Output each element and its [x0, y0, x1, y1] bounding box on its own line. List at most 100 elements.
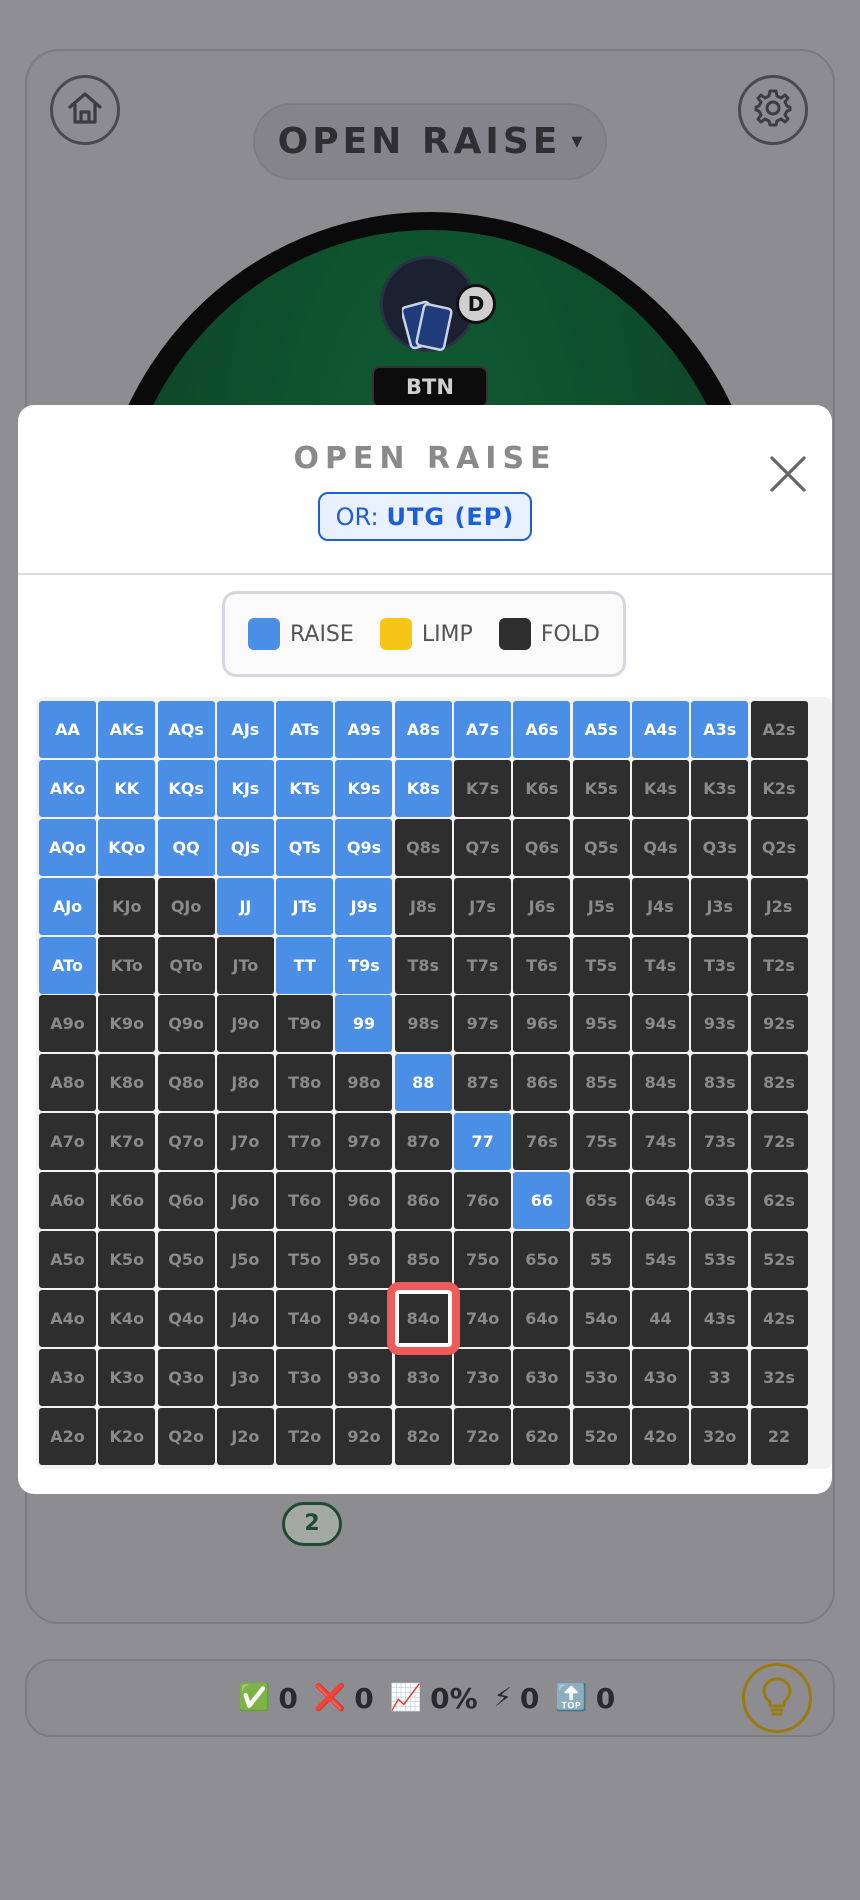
hand-cell-Q6o[interactable]: Q6o: [157, 1172, 215, 1230]
hand-cell-22[interactable]: 22: [750, 1407, 808, 1465]
hand-cell-65o[interactable]: 65o: [513, 1231, 571, 1289]
hand-cell-73o[interactable]: 73o: [454, 1348, 512, 1406]
hand-cell-KTs[interactable]: KTs: [276, 759, 334, 817]
hand-cell-86s[interactable]: 86s: [513, 1054, 571, 1112]
hand-cell-52s[interactable]: 52s: [750, 1231, 808, 1289]
hand-cell-T8o[interactable]: T8o: [276, 1054, 334, 1112]
hand-cell-43s[interactable]: 43s: [691, 1289, 749, 1347]
hand-cell-94s[interactable]: 94s: [631, 995, 689, 1053]
hand-cell-AKo[interactable]: AKo: [39, 759, 96, 817]
hand-cell-43o[interactable]: 43o: [631, 1348, 689, 1406]
hand-cell-85o[interactable]: 85o: [394, 1231, 452, 1289]
hand-cell-Q4o[interactable]: Q4o: [157, 1289, 215, 1347]
hand-cell-42o[interactable]: 42o: [631, 1407, 689, 1465]
hand-cell-Q8o[interactable]: Q8o: [157, 1054, 215, 1112]
hand-cell-75o[interactable]: 75o: [454, 1231, 512, 1289]
hand-cell-J3o[interactable]: J3o: [216, 1348, 274, 1406]
hand-cell-Q5s[interactable]: Q5s: [572, 818, 630, 876]
hand-cell-A7s[interactable]: A7s: [454, 701, 512, 758]
hand-cell-T2s[interactable]: T2s: [750, 936, 808, 994]
hand-cell-44[interactable]: 44: [631, 1289, 689, 1347]
hand-cell-AQo[interactable]: AQo: [39, 818, 96, 876]
hand-cell-97o[interactable]: 97o: [335, 1113, 393, 1171]
hand-cell-T9s[interactable]: T9s: [335, 936, 393, 994]
hand-cell-98s[interactable]: 98s: [394, 995, 452, 1053]
hand-cell-74o[interactable]: 74o: [454, 1289, 512, 1347]
hand-cell-T3s[interactable]: T3s: [691, 936, 749, 994]
hand-cell-Q6s[interactable]: Q6s: [513, 818, 571, 876]
hand-cell-82s[interactable]: 82s: [750, 1054, 808, 1112]
hand-cell-A6o[interactable]: A6o: [39, 1172, 96, 1230]
hand-cell-88[interactable]: 88: [394, 1054, 452, 1112]
hand-cell-86o[interactable]: 86o: [394, 1172, 452, 1230]
hand-cell-A7o[interactable]: A7o: [39, 1113, 96, 1171]
hand-cell-Q5o[interactable]: Q5o: [157, 1231, 215, 1289]
home-button[interactable]: [50, 75, 120, 145]
hand-cell-64o[interactable]: 64o: [513, 1289, 571, 1347]
hand-cell-K7o[interactable]: K7o: [98, 1113, 156, 1171]
hand-cell-T4o[interactable]: T4o: [276, 1289, 334, 1347]
hand-cell-95s[interactable]: 95s: [572, 995, 630, 1053]
hand-cell-83o[interactable]: 83o: [394, 1348, 452, 1406]
hand-cell-JTo[interactable]: JTo: [216, 936, 274, 994]
hand-cell-53o[interactable]: 53o: [572, 1348, 630, 1406]
hand-cell-74s[interactable]: 74s: [631, 1113, 689, 1171]
hand-cell-72o[interactable]: 72o: [454, 1407, 512, 1465]
hand-cell-KK[interactable]: KK: [98, 759, 156, 817]
hand-cell-T5s[interactable]: T5s: [572, 936, 630, 994]
hand-cell-A6s[interactable]: A6s: [513, 701, 571, 758]
hand-cell-KTo[interactable]: KTo: [98, 936, 156, 994]
hand-cell-A2s[interactable]: A2s: [750, 701, 808, 758]
hand-cell-87s[interactable]: 87s: [454, 1054, 512, 1112]
hand-cell-T2o[interactable]: T2o: [276, 1407, 334, 1465]
hand-cell-J6s[interactable]: J6s: [513, 877, 571, 935]
hand-cell-QJs[interactable]: QJs: [216, 818, 274, 876]
hand-cell-63o[interactable]: 63o: [513, 1348, 571, 1406]
hand-cell-95o[interactable]: 95o: [335, 1231, 393, 1289]
hand-cell-K6s[interactable]: K6s: [513, 759, 571, 817]
hand-cell-Q3o[interactable]: Q3o: [157, 1348, 215, 1406]
hand-cell-J3s[interactable]: J3s: [691, 877, 749, 935]
close-button[interactable]: [763, 449, 813, 499]
hand-cell-K3o[interactable]: K3o: [98, 1348, 156, 1406]
hand-cell-T3o[interactable]: T3o: [276, 1348, 334, 1406]
hand-cell-T7o[interactable]: T7o: [276, 1113, 334, 1171]
hand-cell-J5s[interactable]: J5s: [572, 877, 630, 935]
hand-cell-Q2s[interactable]: Q2s: [750, 818, 808, 876]
hand-cell-A5o[interactable]: A5o: [39, 1231, 96, 1289]
hand-cell-AJs[interactable]: AJs: [216, 701, 274, 758]
hand-cell-J9s[interactable]: J9s: [335, 877, 393, 935]
hand-cell-63s[interactable]: 63s: [691, 1172, 749, 1230]
hand-cell-33[interactable]: 33: [691, 1348, 749, 1406]
hand-cell-J2o[interactable]: J2o: [216, 1407, 274, 1465]
hand-cell-54s[interactable]: 54s: [631, 1231, 689, 1289]
hand-cell-T4s[interactable]: T4s: [631, 936, 689, 994]
hand-cell-J8o[interactable]: J8o: [216, 1054, 274, 1112]
hand-cell-T9o[interactable]: T9o: [276, 995, 334, 1053]
hand-cell-93o[interactable]: 93o: [335, 1348, 393, 1406]
hand-cell-Q4s[interactable]: Q4s: [631, 818, 689, 876]
hand-cell-K9o[interactable]: K9o: [98, 995, 156, 1053]
settings-button[interactable]: [738, 75, 808, 145]
hand-cell-A5s[interactable]: A5s: [572, 701, 630, 758]
hand-cell-55[interactable]: 55: [572, 1231, 630, 1289]
hand-cell-AJo[interactable]: AJo: [39, 877, 96, 935]
hand-cell-83s[interactable]: 83s: [691, 1054, 749, 1112]
hand-cell-K2o[interactable]: K2o: [98, 1407, 156, 1465]
hand-cell-K2s[interactable]: K2s: [750, 759, 808, 817]
hand-cell-66[interactable]: 66: [513, 1172, 571, 1230]
hand-cell-93s[interactable]: 93s: [691, 995, 749, 1053]
hand-cell-85s[interactable]: 85s: [572, 1054, 630, 1112]
hand-cell-T8s[interactable]: T8s: [394, 936, 452, 994]
hand-cell-T6s[interactable]: T6s: [513, 936, 571, 994]
hand-cell-96s[interactable]: 96s: [513, 995, 571, 1053]
hand-cell-J2s[interactable]: J2s: [750, 877, 808, 935]
hand-cell-64s[interactable]: 64s: [631, 1172, 689, 1230]
hand-cell-92s[interactable]: 92s: [750, 995, 808, 1053]
hand-cell-A8s[interactable]: A8s: [394, 701, 452, 758]
hand-cell-94o[interactable]: 94o: [335, 1289, 393, 1347]
hand-cell-JJ[interactable]: JJ: [216, 877, 274, 935]
hand-cell-53s[interactable]: 53s: [691, 1231, 749, 1289]
hand-cell-ATo[interactable]: ATo: [39, 936, 96, 994]
hand-cell-98o[interactable]: 98o: [335, 1054, 393, 1112]
